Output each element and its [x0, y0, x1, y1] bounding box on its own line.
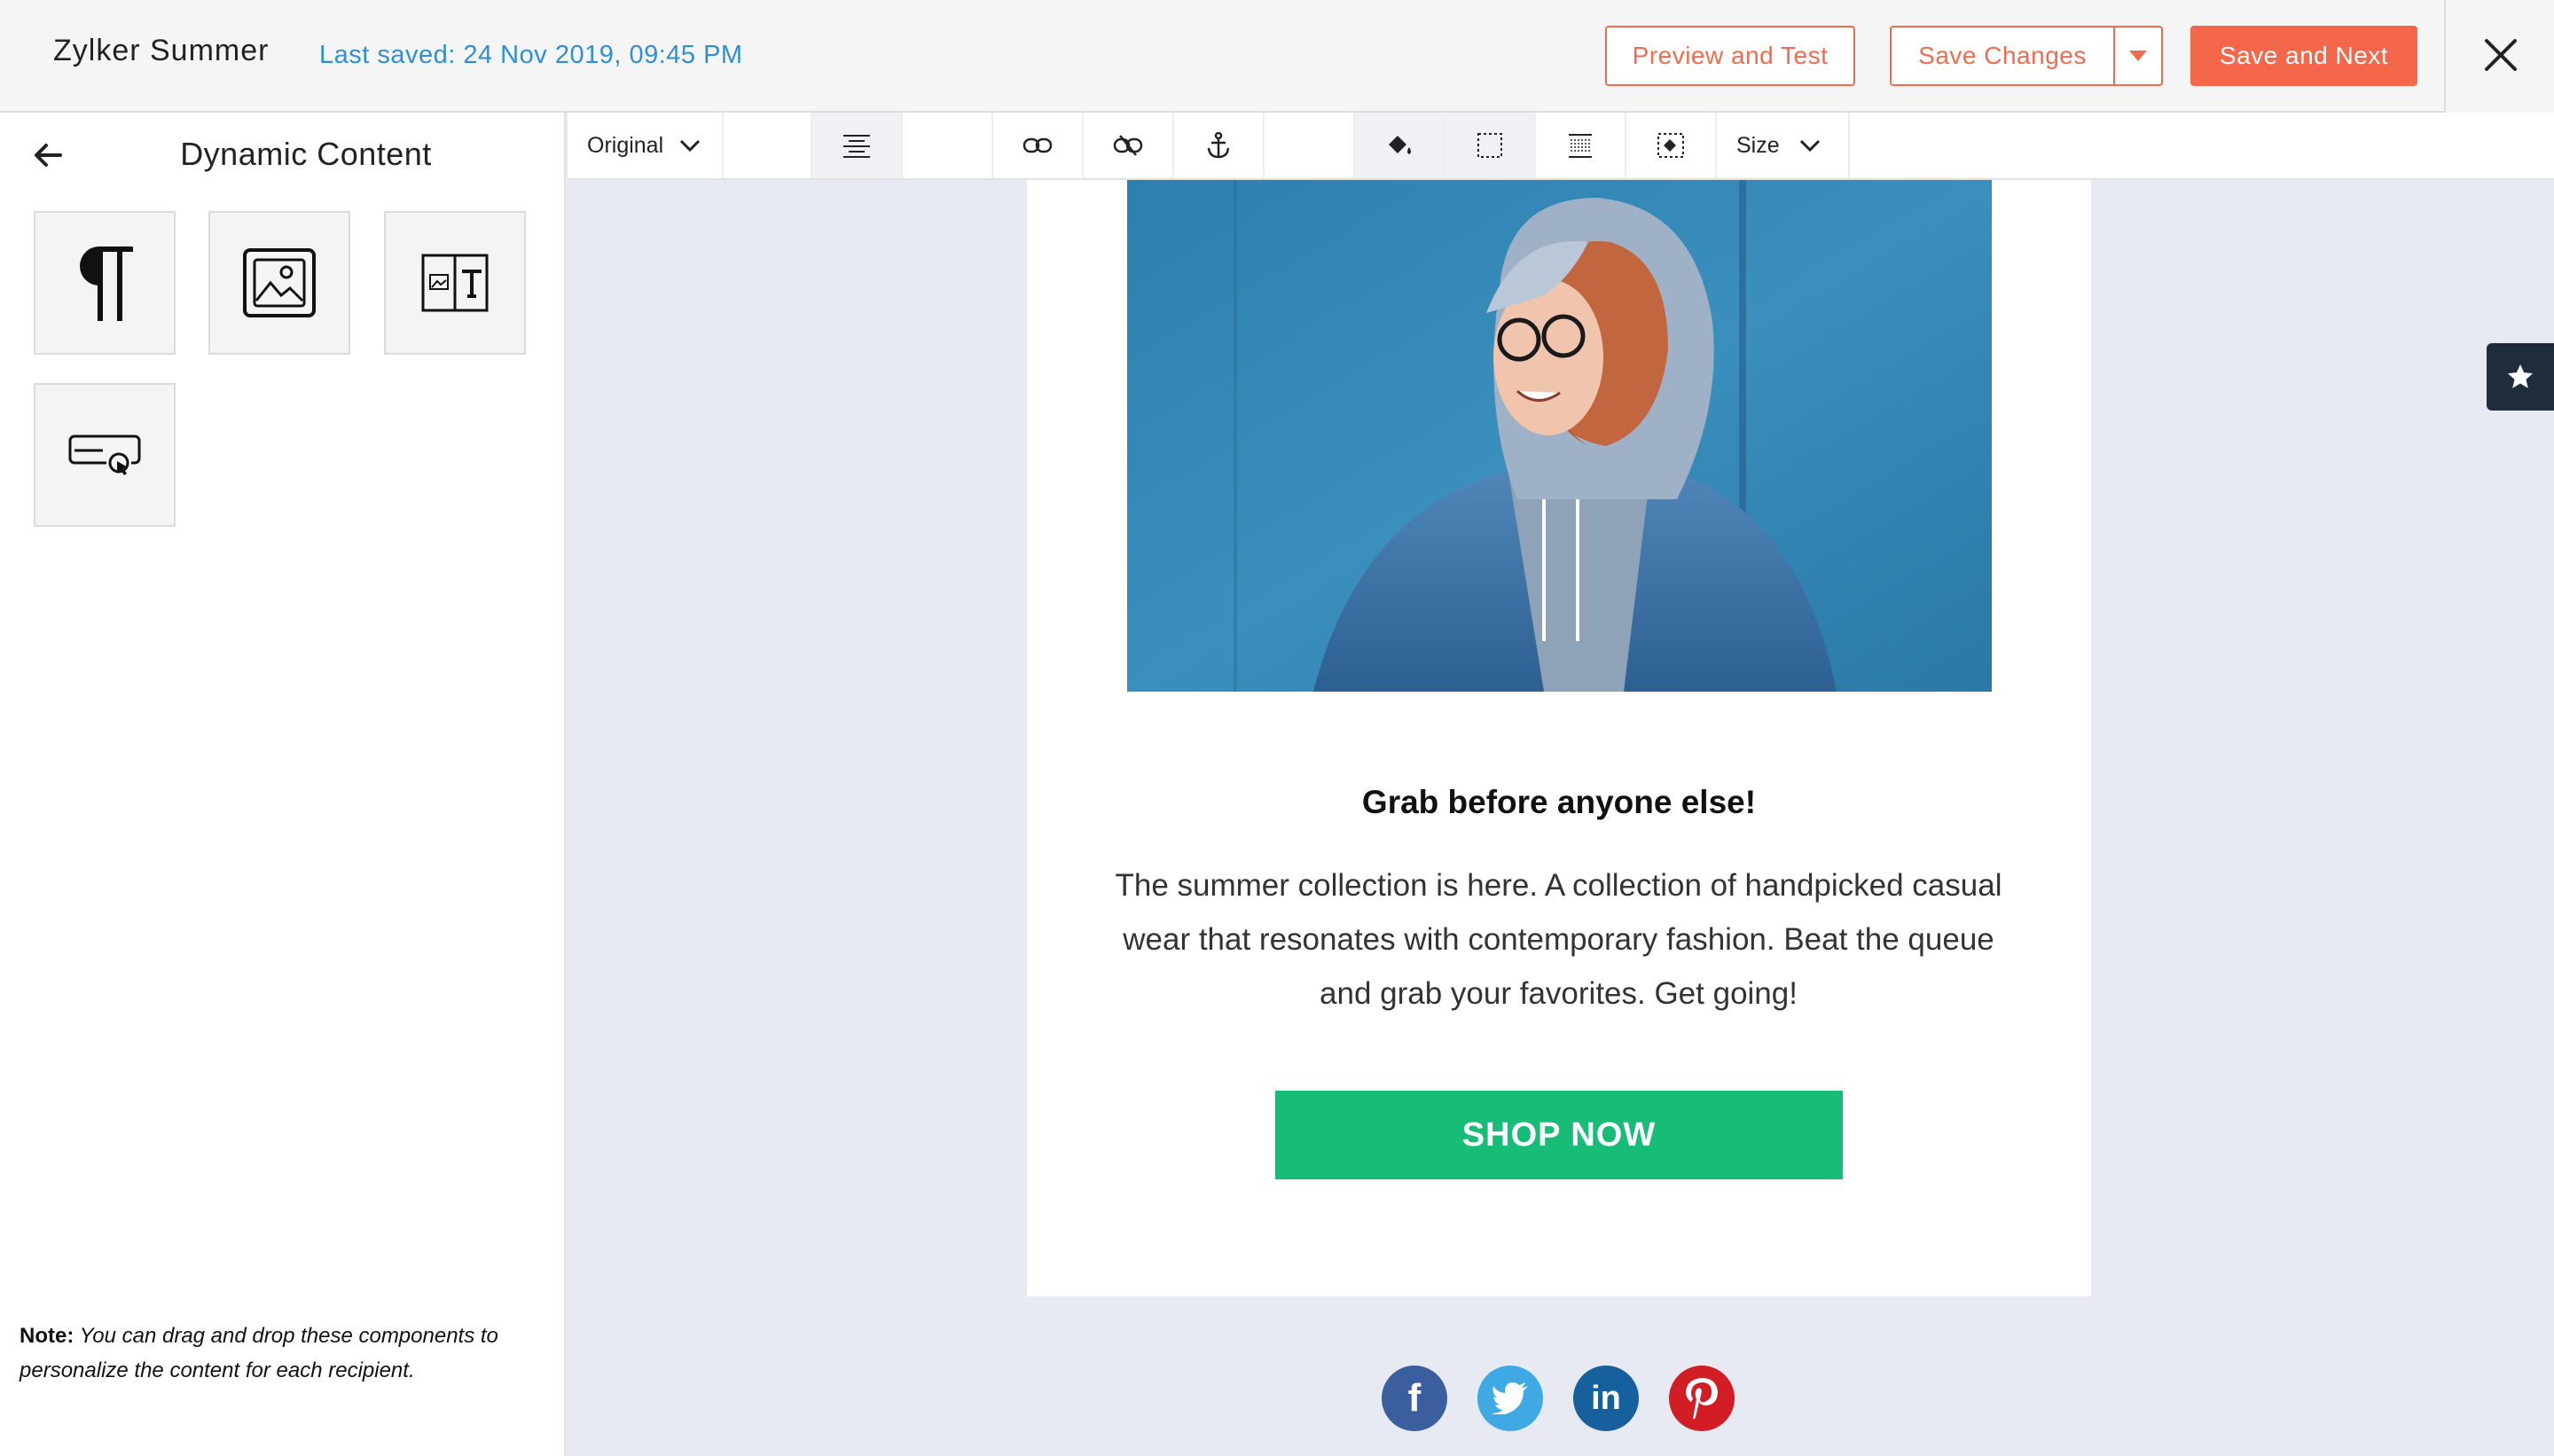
- favorite-tab[interactable]: [2487, 343, 2554, 411]
- border-icon: [1477, 133, 1502, 158]
- toolbar-spacer: [903, 113, 993, 178]
- note-label: Note:: [20, 1324, 74, 1348]
- shop-now-button[interactable]: SHOP NOW: [1275, 1091, 1843, 1179]
- note-body: You can drag and drop these components t…: [20, 1324, 498, 1382]
- padding-button[interactable]: [1536, 113, 1626, 178]
- close-icon: [2485, 39, 2517, 71]
- chevron-down-icon: [680, 139, 701, 152]
- dynamic-content-panel: Dynamic Content Note: You can drag and d…: [0, 113, 566, 1456]
- align-center-icon: [843, 135, 870, 158]
- border-button[interactable]: [1445, 113, 1536, 178]
- chevron-down-icon: [1799, 139, 1820, 152]
- star-icon: [2507, 364, 2534, 388]
- caret-down-icon: [2129, 51, 2147, 61]
- fill-color-button[interactable]: [1355, 113, 1445, 178]
- link-icon: [1022, 137, 1053, 153]
- top-bar: Zylker Summer Last saved: 24 Nov 2019, 0…: [0, 0, 2554, 113]
- hero-image[interactable]: [1127, 180, 1992, 692]
- last-saved-status: Last saved: 24 Nov 2019, 09:45 PM: [319, 41, 743, 69]
- linkedin-icon[interactable]: in: [1573, 1366, 1639, 1431]
- pinterest-icon[interactable]: [1669, 1366, 1735, 1431]
- note-text: Note: You can drag and drop these compon…: [20, 1319, 560, 1388]
- facebook-icon[interactable]: f: [1382, 1366, 1447, 1431]
- toolbar-spacer: [1265, 113, 1355, 178]
- save-changes-button[interactable]: Save Changes: [1890, 26, 2115, 86]
- select-element-icon: [1657, 133, 1684, 158]
- paragraph-icon: [80, 247, 133, 321]
- original-label: Original: [587, 132, 664, 158]
- image-icon: [243, 248, 316, 317]
- image-text-component-tile[interactable]: [384, 211, 526, 355]
- editor-toolbar: Original Size: [568, 113, 2554, 180]
- size-label: Size: [1736, 132, 1780, 158]
- unlink-icon: [1113, 135, 1143, 156]
- remove-link-button[interactable]: [1084, 113, 1174, 178]
- original-dropdown[interactable]: Original: [568, 113, 724, 178]
- anchor-icon: [1207, 132, 1230, 159]
- select-element-button[interactable]: [1626, 113, 1717, 178]
- toolbar-spacer: [724, 113, 812, 178]
- button-icon: [68, 434, 141, 475]
- insert-link-button[interactable]: [993, 113, 1084, 178]
- save-changes-dropdown-button[interactable]: [2113, 26, 2163, 86]
- twitter-icon[interactable]: [1477, 1366, 1543, 1431]
- panel-title: Dynamic Content: [180, 136, 432, 172]
- padding-icon: [1569, 134, 1592, 158]
- text-component-tile[interactable]: [34, 211, 176, 355]
- align-center-button[interactable]: [812, 113, 903, 178]
- fill-color-icon: [1389, 136, 1411, 154]
- save-and-next-button[interactable]: Save and Next: [2190, 26, 2417, 86]
- campaign-title: Zylker Summer: [53, 34, 270, 67]
- size-dropdown[interactable]: Size: [1717, 113, 1850, 178]
- image-component-tile[interactable]: [208, 211, 350, 355]
- button-component-tile[interactable]: [34, 383, 176, 527]
- email-headline[interactable]: Grab before anyone else!: [1027, 784, 2091, 821]
- close-button[interactable]: [2444, 0, 2554, 113]
- image-text-icon: [421, 254, 489, 312]
- preview-and-test-button[interactable]: Preview and Test: [1605, 26, 1855, 86]
- email-body-text[interactable]: The summer collection is here. A collect…: [1113, 858, 2004, 1021]
- insert-anchor-button[interactable]: [1174, 113, 1265, 178]
